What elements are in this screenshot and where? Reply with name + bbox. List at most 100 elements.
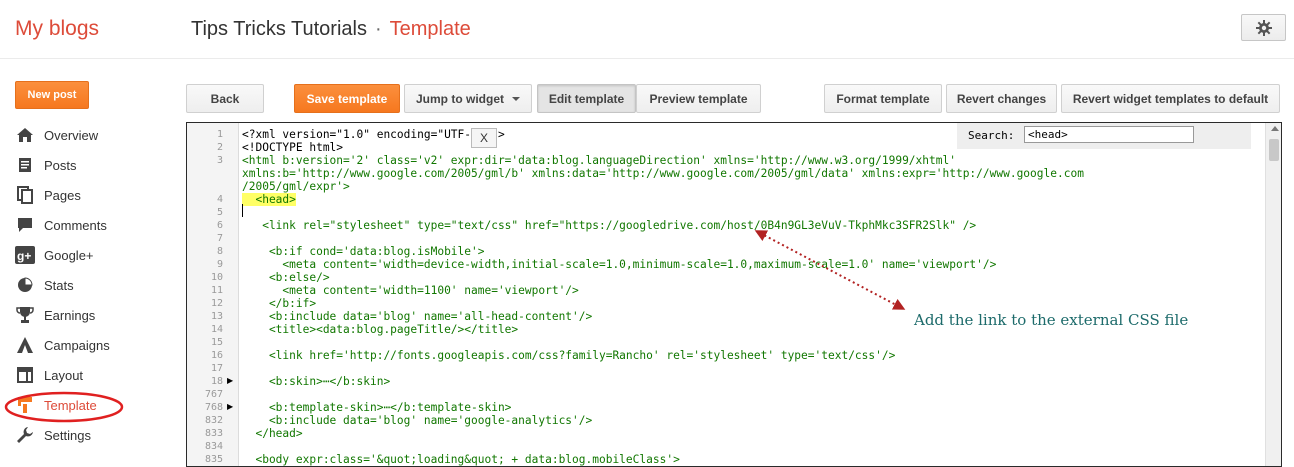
code-line: <meta content='width=1100' name='viewpor…: [242, 284, 579, 297]
template-code-editor[interactable]: 1 2 3 4 5 6 7 8 9 10 11 12 13 14 15 16 1…: [186, 122, 1282, 467]
line-number: 8: [216, 246, 223, 257]
revert-changes-button[interactable]: Revert changes: [946, 84, 1057, 113]
search-match: <head>: [242, 193, 296, 206]
search-label: Search:: [968, 129, 1015, 142]
title-separator: ·: [374, 18, 382, 40]
campaigns-icon: [15, 335, 35, 355]
back-button[interactable]: Back: [186, 84, 264, 113]
jump-to-widget-dropdown[interactable]: Jump to widget: [404, 84, 532, 113]
current-page-name: Template: [389, 18, 471, 40]
settings-button[interactable]: [1241, 14, 1286, 41]
line-number: 11: [210, 285, 223, 296]
new-post-button[interactable]: New post: [15, 81, 89, 109]
sidebar-item-label: Earnings: [44, 307, 96, 323]
header-divider: [0, 58, 1294, 59]
code-line: </head>: [242, 427, 303, 440]
line-number: 832: [204, 415, 223, 426]
sidebar-item-earnings[interactable]: Earnings: [15, 303, 175, 327]
code-line: <b:else/>: [242, 271, 330, 284]
search-bar: Search:: [957, 123, 1251, 149]
svg-text:g+: g+: [17, 249, 31, 263]
jump-to-widget-label: Jump to widget: [416, 91, 504, 106]
line-number: 768: [204, 402, 223, 413]
preview-template-tab[interactable]: Preview template: [636, 84, 761, 113]
sidebar-item-overview[interactable]: Overview: [15, 123, 175, 147]
line-number: 4: [216, 194, 223, 205]
sidebar-item-pages[interactable]: Pages: [15, 183, 175, 207]
stats-icon: [15, 275, 35, 295]
save-template-button[interactable]: Save template: [294, 84, 400, 113]
line-number: 1: [216, 129, 223, 140]
text-cursor: [242, 204, 243, 217]
annotation-text: Add the link to the external CSS file: [914, 311, 1189, 329]
line-number: 13: [210, 311, 223, 322]
sidebar-item-label: Overview: [44, 127, 99, 143]
line-number: 17: [210, 363, 223, 374]
code-line: xmlns:b='http://www.google.com/2005/gml/…: [242, 167, 1084, 180]
code-line-skin-collapsed[interactable]: <b:skin>⋯</b:skin>: [242, 375, 390, 388]
blog-name[interactable]: Tips Tricks Tutorials: [191, 18, 367, 40]
line-number: 835: [204, 454, 223, 465]
code-line: <?xml version="1.0" encoding="UTF-8" ?>: [242, 128, 505, 141]
code-line: <title><data:blog.pageTitle/></title>: [242, 323, 519, 336]
line-number: 12: [210, 298, 223, 309]
line-number: 767: [204, 389, 223, 400]
sidebar-item-label: Stats: [44, 277, 74, 293]
sidebar-item-label: Settings: [44, 427, 91, 443]
code-line: <b:include data='blog' name='google-anal…: [242, 414, 593, 427]
vertical-scrollbar[interactable]: [1265, 123, 1281, 466]
line-number: 7: [216, 233, 223, 244]
code-line: /2005/gml/expr'>: [242, 180, 350, 193]
line-number: 15: [210, 337, 223, 348]
line-number: 834: [204, 441, 223, 452]
edit-template-tab[interactable]: Edit template: [537, 84, 636, 113]
code-line: <b:include data='blog' name='all-head-co…: [242, 310, 593, 323]
wrench-icon: [15, 425, 35, 445]
posts-icon: [15, 155, 35, 175]
code-line: <link href='http://fonts.googleapis.com/…: [242, 349, 896, 362]
format-template-button[interactable]: Format template: [824, 84, 942, 113]
scrollbar-thumb[interactable]: [1269, 139, 1279, 161]
highlight-ellipse: [4, 391, 124, 423]
sidebar-item-label: Posts: [44, 157, 77, 173]
sidebar-item-posts[interactable]: Posts: [15, 153, 175, 177]
sidebar-item-settings[interactable]: Settings: [15, 423, 175, 447]
line-number: 2: [216, 142, 223, 153]
sidebar-item-google-plus[interactable]: g+ Google+: [15, 243, 175, 267]
line-number-gutter: 1 2 3 4 5 6 7 8 9 10 11 12 13 14 15 16 1…: [187, 123, 239, 466]
sidebar-item-label: Google+: [44, 247, 94, 263]
line-number: 833: [204, 428, 223, 439]
sidebar-item-comments[interactable]: Comments: [15, 213, 175, 237]
sidebar-item-label: Layout: [44, 367, 84, 383]
gear-icon: [1255, 19, 1272, 36]
sidebar-item-campaigns[interactable]: Campaigns: [15, 333, 175, 357]
layout-icon: [15, 365, 35, 385]
scroll-up-arrow-icon[interactable]: [1271, 126, 1279, 131]
line-number: 3: [216, 155, 223, 166]
code-line: <!DOCTYPE html>: [242, 141, 344, 154]
code-line-head-highlight: <head>: [242, 193, 296, 206]
trophy-icon: [15, 305, 35, 325]
code-line: </b:if>: [242, 297, 317, 310]
sidebar-item-stats[interactable]: Stats: [15, 273, 175, 297]
revert-widget-templates-button[interactable]: Revert widget templates to default: [1061, 84, 1280, 113]
line-number: 18: [210, 376, 223, 387]
home-icon: [15, 125, 35, 145]
sidebar-item-label: Comments: [44, 217, 107, 233]
google-plus-icon: g+: [15, 245, 35, 265]
code-line-template-skin-collapsed[interactable]: <b:template-skin>⋯</b:template-skin>: [242, 401, 511, 414]
annotation-arrow: [754, 230, 906, 310]
fold-arrow-icon[interactable]: ▶: [227, 376, 233, 385]
comments-icon: [15, 215, 35, 235]
fold-arrow-icon[interactable]: ▶: [227, 402, 233, 411]
line-number: 16: [210, 350, 223, 361]
code-line: <html b:version='2' class='v2' expr:dir=…: [242, 154, 956, 167]
code-line: <b:if cond='data:blog.isMobile'>: [242, 245, 485, 258]
chevron-down-icon: [512, 96, 520, 101]
line-number: 9: [216, 259, 223, 270]
code-line: <body expr:class='&quot;loading&quot; + …: [242, 453, 680, 466]
sidebar-item-layout[interactable]: Layout: [15, 363, 175, 387]
my-blogs-link[interactable]: My blogs: [15, 17, 99, 41]
search-input[interactable]: [1024, 126, 1194, 143]
close-search-button[interactable]: X: [471, 128, 497, 148]
